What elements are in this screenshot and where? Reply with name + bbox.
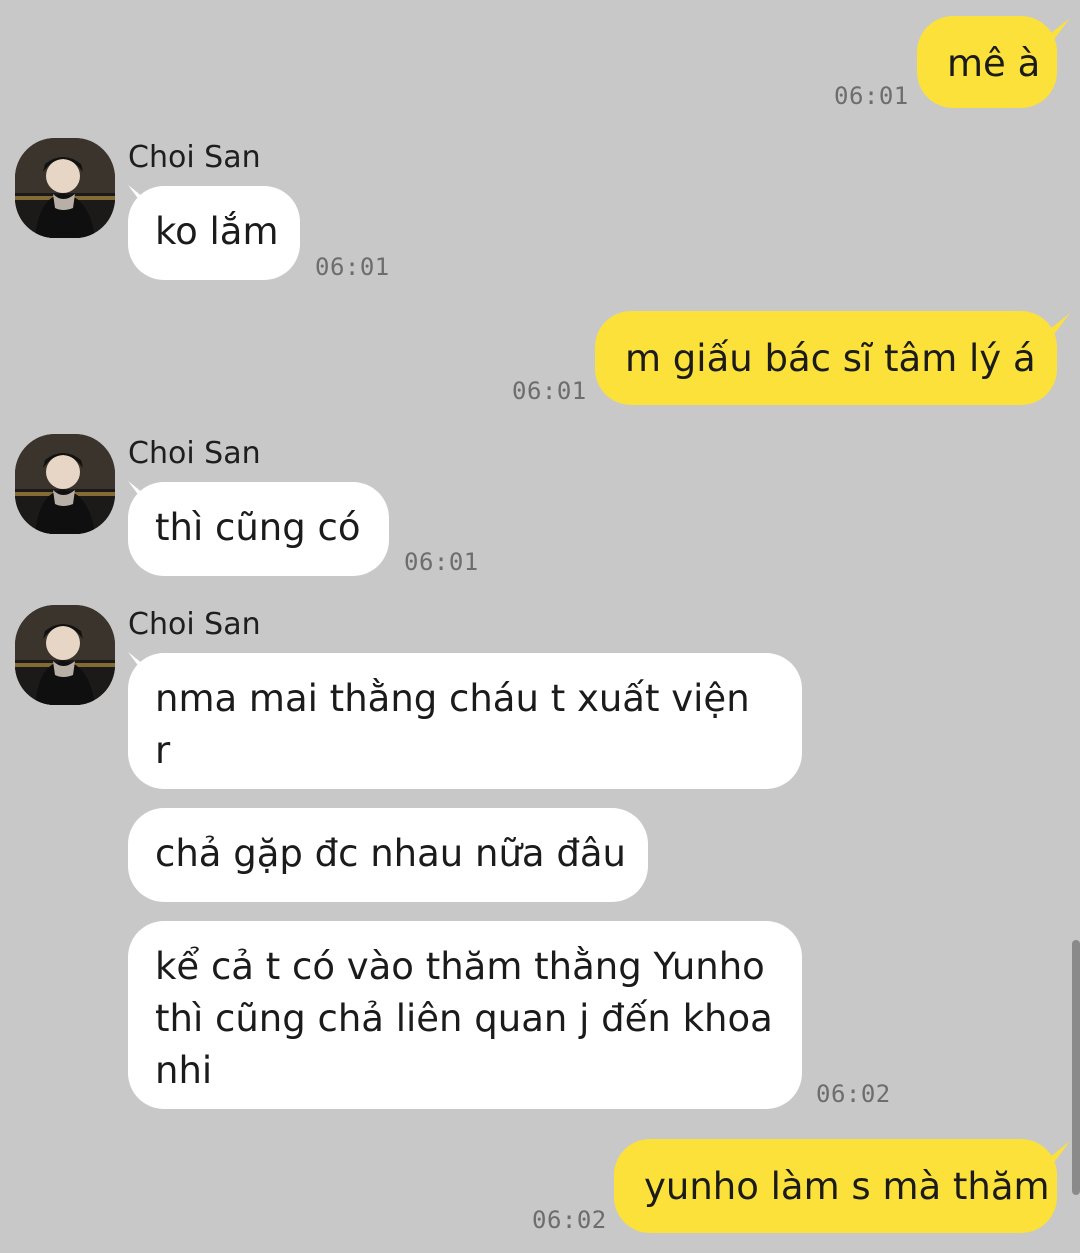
sender-name: Choi San bbox=[128, 436, 261, 471]
message-text: thì cũng có bbox=[155, 506, 361, 549]
profile-photo-icon bbox=[15, 605, 115, 705]
message-timestamp: 06:01 bbox=[404, 548, 479, 576]
contact-avatar[interactable] bbox=[15, 434, 115, 534]
message-timestamp: 06:01 bbox=[315, 253, 390, 281]
sent-message-bubble[interactable]: m giấu bác sĩ tâm lý á bbox=[595, 311, 1057, 405]
received-message-bubble[interactable]: nma mai thằng cháu t xuất viện r bbox=[128, 653, 802, 789]
message-text: nma mai thằng cháu t xuất viện r bbox=[155, 677, 750, 772]
message-timestamp: 06:02 bbox=[532, 1206, 607, 1234]
message-text: kể cả t có vào thăm thằng Yunho thì cũng… bbox=[155, 945, 773, 1092]
message-timestamp: 06:01 bbox=[834, 82, 909, 110]
received-message-bubble[interactable]: ko lắm bbox=[128, 186, 300, 280]
received-message-bubble[interactable]: kể cả t có vào thăm thằng Yunho thì cũng… bbox=[128, 921, 802, 1109]
contact-avatar[interactable] bbox=[15, 138, 115, 238]
profile-photo-icon bbox=[15, 434, 115, 534]
received-message-bubble[interactable]: chả gặp đc nhau nữa đâu bbox=[128, 808, 648, 902]
message-timestamp: 06:01 bbox=[512, 377, 587, 405]
received-message-bubble[interactable]: thì cũng có bbox=[128, 482, 389, 576]
message-text: ko lắm bbox=[155, 210, 279, 253]
message-text: chả gặp đc nhau nữa đâu bbox=[155, 832, 626, 875]
sender-name: Choi San bbox=[128, 607, 261, 642]
sent-message-bubble[interactable]: yunho làm s mà thăm bbox=[614, 1139, 1057, 1233]
contact-avatar[interactable] bbox=[15, 605, 115, 705]
sender-name: Choi San bbox=[128, 140, 261, 175]
chat-conversation[interactable]: mê à 06:01 Choi San ko lắm 06:01 m giấu … bbox=[0, 0, 1080, 1253]
message-text: m giấu bác sĩ tâm lý á bbox=[625, 337, 1036, 380]
message-text: yunho làm s mà thăm bbox=[644, 1165, 1050, 1208]
scrollbar[interactable] bbox=[1072, 940, 1080, 1195]
sent-message-bubble[interactable]: mê à bbox=[917, 16, 1057, 108]
message-text: mê à bbox=[947, 42, 1041, 85]
message-timestamp: 06:02 bbox=[816, 1080, 891, 1108]
profile-photo-icon bbox=[15, 138, 115, 238]
